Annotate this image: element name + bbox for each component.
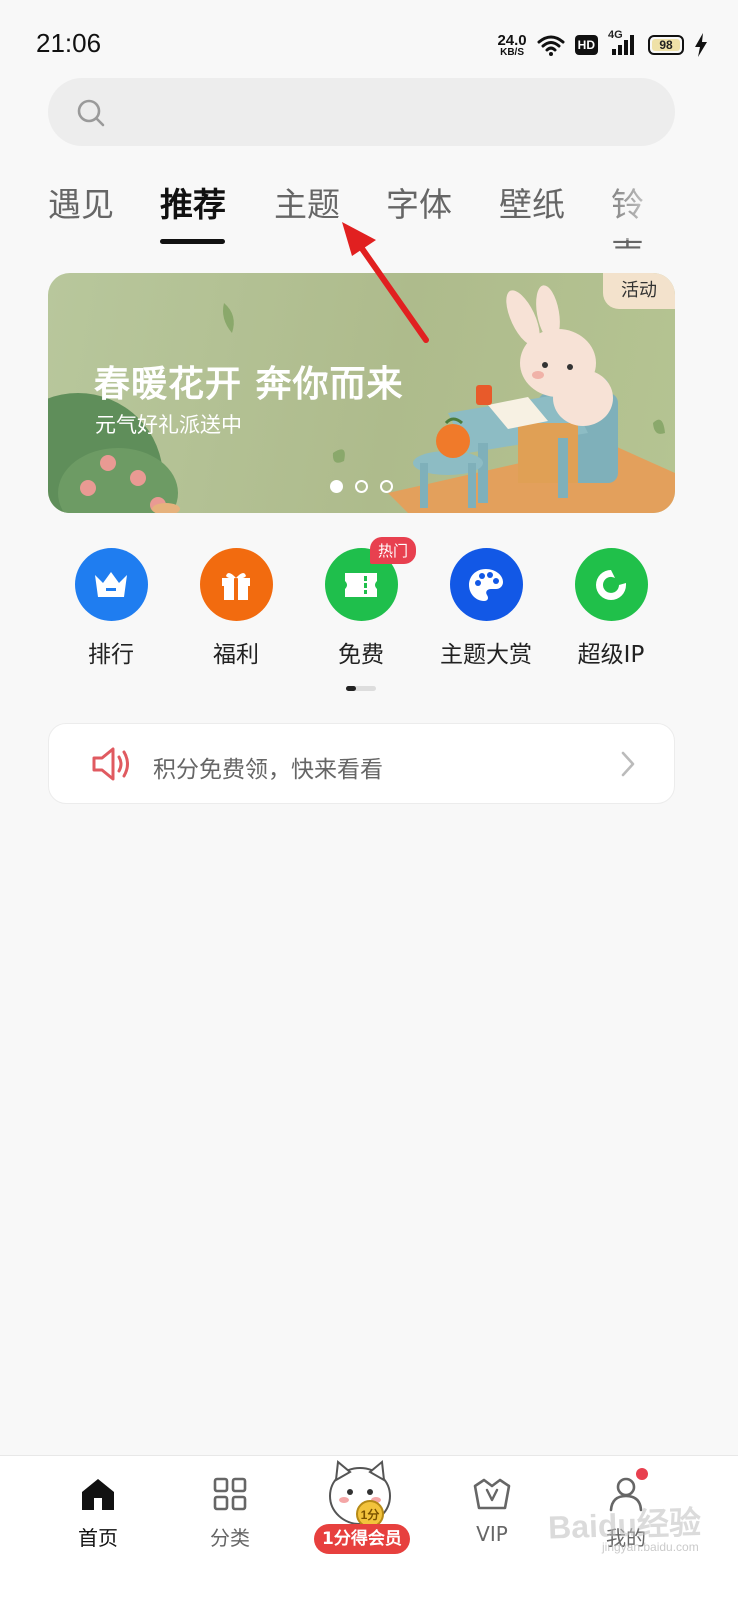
nav-label: 分类	[210, 1526, 250, 1550]
svg-text:1分: 1分	[361, 1507, 380, 1522]
super-ip-circle	[574, 548, 648, 621]
activity-tag: 活动	[603, 273, 675, 309]
charging-icon	[695, 33, 707, 57]
nav-home[interactable]: 首页	[38, 1476, 158, 1551]
quick-entry-ranking[interactable]: 排行	[48, 545, 174, 669]
theme-awards-circle	[449, 548, 523, 621]
notification-dot	[636, 1468, 648, 1480]
annotation-arrow	[342, 222, 429, 343]
grid-icon	[213, 1477, 247, 1511]
quick-entry-free[interactable]: 热门 免费	[298, 537, 424, 669]
nav-label: VIP	[476, 1522, 508, 1546]
quick-entry-label: 超级IP	[577, 642, 645, 668]
crown-icon	[95, 571, 127, 597]
wifi-icon	[537, 35, 565, 56]
quick-entries: 排行 福利 热门 免费 主题大赏 超级IP	[48, 537, 675, 675]
nav-category[interactable]: 分类	[170, 1476, 290, 1551]
hd-badge: HD	[574, 35, 598, 55]
points-notice[interactable]: 积分免费领，快来看看	[48, 723, 675, 804]
nav-vip[interactable]: VIP	[432, 1476, 552, 1546]
play-icon	[596, 569, 626, 600]
chevron-right-icon	[621, 751, 635, 777]
watermark-url: jingyan.baidu.com	[602, 1540, 699, 1554]
quick-entry-label: 排行	[88, 642, 134, 668]
vip-crown-icon	[473, 1478, 511, 1510]
speaker-icon	[92, 747, 129, 781]
ticket-icon	[345, 572, 377, 597]
quick-entry-label: 主题大赏	[440, 642, 532, 668]
net-speed-unit: KB/S	[500, 46, 524, 58]
ranking-circle	[74, 548, 148, 621]
banner-subtitle: 元气好礼派送中	[95, 413, 242, 437]
banner-pagination	[330, 480, 393, 493]
gift-icon	[222, 572, 250, 600]
banner-dot[interactable]	[330, 480, 343, 493]
quick-entry-welfare[interactable]: 福利	[173, 545, 299, 669]
quick-entry-label: 福利	[213, 642, 259, 668]
banner-dot[interactable]	[355, 480, 368, 493]
tab-encounter[interactable]: 遇见	[48, 180, 114, 230]
welfare-circle	[199, 548, 273, 621]
banner-dot[interactable]	[380, 480, 393, 493]
net-speed-value: 24.0	[497, 31, 527, 49]
quick-entry-super-ip[interactable]: 超级IP	[548, 545, 674, 669]
banner-title: 春暖花开 奔你而来	[94, 364, 404, 405]
tabs-fade-overlay	[595, 180, 675, 240]
tab-recommend[interactable]: 推荐	[160, 180, 226, 230]
search-bar[interactable]	[48, 78, 675, 146]
search-icon	[77, 99, 105, 127]
status-bar: 21:06 24.0 KB/S HD 4G 98	[0, 0, 738, 88]
nav-member-promo-label: 1分得会员	[314, 1524, 410, 1554]
status-icons: 24.0 KB/S HD 4G 98	[497, 28, 708, 62]
quick-entry-theme-awards[interactable]: 主题大赏	[423, 545, 549, 669]
active-tab-indicator	[160, 239, 225, 244]
status-time: 21:06	[36, 28, 102, 58]
signal-icon: 4G	[608, 29, 638, 57]
hot-badge: 热门	[370, 537, 417, 564]
quick-entries-page-indicator	[346, 686, 376, 691]
network-speed: 24.0 KB/S	[497, 33, 526, 58]
notice-text: 积分免费领，快来看看	[153, 757, 383, 783]
quick-entry-label: 免费	[338, 642, 384, 668]
tab-wallpapers[interactable]: 壁纸	[499, 180, 565, 230]
palette-icon	[469, 568, 503, 601]
nav-label: 首页	[78, 1526, 118, 1550]
home-icon	[82, 1479, 114, 1510]
battery-icon: 98	[648, 35, 684, 55]
